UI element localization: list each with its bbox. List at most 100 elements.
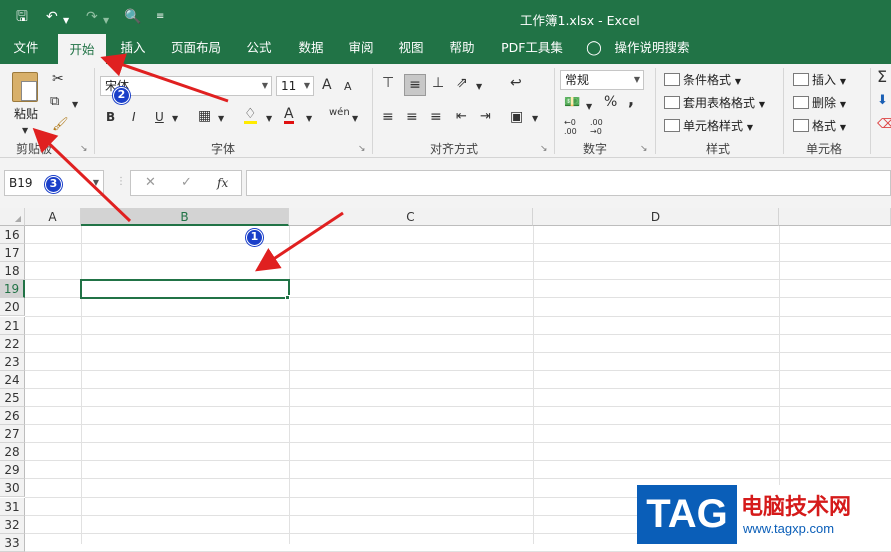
- row-header-20[interactable]: 20: [0, 298, 25, 317]
- tab-home[interactable]: 开始: [58, 34, 106, 64]
- row-header-18[interactable]: 18: [0, 262, 25, 281]
- row-header-24[interactable]: 24: [0, 370, 25, 389]
- align-left-icon[interactable]: ≡: [382, 110, 394, 124]
- tab-pdf-tools[interactable]: PDF工具集: [496, 34, 568, 64]
- align-bottom-icon[interactable]: ⊥: [432, 76, 444, 90]
- row-header-31[interactable]: 31: [0, 497, 25, 516]
- align-right-icon[interactable]: ≡: [430, 110, 442, 124]
- row-header-27[interactable]: 27: [0, 425, 25, 444]
- percent-icon[interactable]: %: [604, 95, 617, 109]
- phonetic-icon[interactable]: wén: [329, 106, 350, 120]
- tab-data[interactable]: 数据: [290, 34, 332, 64]
- number-format-select[interactable]: 常规 ▼: [560, 70, 644, 90]
- undo-icon[interactable]: ↶: [46, 8, 58, 26]
- alignment-launcher-icon[interactable]: ↘: [540, 144, 548, 154]
- paste-icon[interactable]: [12, 72, 38, 102]
- row-header-28[interactable]: 28: [0, 443, 25, 462]
- tab-help[interactable]: 帮助: [441, 34, 483, 64]
- format-as-table-button[interactable]: 套用表格格式 ▼: [664, 95, 765, 113]
- insert-function-icon[interactable]: fx: [217, 176, 228, 190]
- row-header-26[interactable]: 26: [0, 407, 25, 425]
- print-preview-icon[interactable]: 🔍: [124, 8, 141, 26]
- column-header-d[interactable]: D: [533, 208, 779, 226]
- wrap-text-icon[interactable]: ↩: [510, 76, 522, 90]
- tab-view[interactable]: 视图: [390, 34, 432, 64]
- formula-bar-grip-icon[interactable]: ⋮: [116, 176, 126, 187]
- column-header-a[interactable]: A: [25, 208, 81, 226]
- currency-icon[interactable]: 💵: [564, 96, 580, 110]
- borders-icon[interactable]: ▦: [198, 109, 211, 123]
- active-cell-b19[interactable]: [80, 279, 290, 299]
- column-header-c[interactable]: C: [289, 208, 533, 226]
- format-painter-icon[interactable]: 🖌: [52, 118, 69, 132]
- comma-style-icon[interactable]: ,: [628, 92, 634, 108]
- align-middle-icon[interactable]: ≡: [404, 74, 426, 96]
- fill-color-dropdown-icon[interactable]: ▼: [266, 112, 272, 126]
- bold-button[interactable]: B: [106, 110, 115, 124]
- clear-icon[interactable]: ⌫: [877, 118, 891, 132]
- tell-me-search[interactable]: 操作说明搜索: [610, 34, 694, 64]
- tab-review[interactable]: 审阅: [340, 34, 382, 64]
- column-header-e[interactable]: [779, 208, 891, 226]
- align-top-icon[interactable]: ⊤: [382, 76, 394, 90]
- underline-dropdown-icon[interactable]: ▼: [172, 112, 178, 126]
- delete-cells-button[interactable]: 删除 ▼: [793, 95, 846, 113]
- underline-button[interactable]: U: [155, 110, 164, 124]
- clipboard-launcher-icon[interactable]: ↘: [80, 144, 88, 154]
- row-header-25[interactable]: 25: [0, 388, 25, 407]
- formula-input[interactable]: [246, 170, 891, 196]
- undo-dropdown-icon[interactable]: ▼: [63, 12, 69, 30]
- autosum-icon[interactable]: Σ: [877, 69, 887, 85]
- font-color-dropdown-icon[interactable]: ▼: [306, 112, 312, 126]
- italic-button[interactable]: I: [132, 110, 136, 124]
- select-all-corner[interactable]: ◢: [0, 208, 25, 226]
- column-header-b[interactable]: B: [81, 208, 289, 226]
- fill-icon[interactable]: ⬇: [877, 94, 888, 108]
- row-header-17[interactable]: 17: [0, 244, 25, 263]
- customize-quick-access-icon[interactable]: ≡: [156, 8, 164, 26]
- increase-indent-icon[interactable]: ⇥: [480, 110, 491, 124]
- cut-icon[interactable]: ✂: [52, 72, 64, 86]
- row-header-23[interactable]: 23: [0, 352, 25, 371]
- row-header-16[interactable]: 16: [0, 226, 25, 244]
- format-cells-button[interactable]: 格式 ▼: [793, 118, 846, 136]
- row-header-30[interactable]: 30: [0, 479, 25, 498]
- grow-font-icon[interactable]: A: [322, 78, 332, 92]
- enter-entry-icon[interactable]: ✓: [181, 176, 192, 190]
- phonetic-dropdown-icon[interactable]: ▼: [352, 112, 358, 126]
- align-center-icon[interactable]: ≡: [406, 110, 418, 124]
- save-icon[interactable]: 🖫: [16, 8, 28, 26]
- number-launcher-icon[interactable]: ↘: [640, 144, 648, 154]
- tab-insert[interactable]: 插入: [112, 34, 154, 64]
- row-header-33[interactable]: 33: [0, 533, 25, 552]
- decrease-indent-icon[interactable]: ⇤: [456, 110, 467, 124]
- paste-dropdown-icon[interactable]: ▼: [22, 124, 28, 138]
- row-header-19[interactable]: 19: [0, 280, 25, 299]
- cell-styles-button[interactable]: 单元格样式 ▼: [664, 118, 753, 136]
- copy-dropdown-icon[interactable]: ▼: [72, 98, 78, 112]
- borders-dropdown-icon[interactable]: ▼: [218, 112, 224, 126]
- font-launcher-icon[interactable]: ↘: [358, 144, 366, 154]
- row-header-22[interactable]: 22: [0, 334, 25, 353]
- fill-handle[interactable]: [285, 295, 290, 300]
- row-header-29[interactable]: 29: [0, 461, 25, 480]
- orientation-icon[interactable]: ⇗: [456, 76, 468, 90]
- tab-formulas[interactable]: 公式: [238, 34, 280, 64]
- insert-cells-button[interactable]: 插入 ▼: [793, 72, 846, 90]
- orientation-dropdown-icon[interactable]: ▼: [476, 80, 482, 94]
- font-size-select[interactable]: 11 ▼: [276, 76, 314, 96]
- row-header-32[interactable]: 32: [0, 515, 25, 534]
- redo-dropdown-icon[interactable]: ▼: [103, 12, 109, 30]
- tab-file[interactable]: 文件: [6, 34, 46, 64]
- paste-button[interactable]: 粘贴: [14, 106, 38, 122]
- shrink-font-icon[interactable]: A: [344, 80, 352, 94]
- merge-dropdown-icon[interactable]: ▼: [532, 112, 538, 126]
- font-color-icon[interactable]: A: [284, 107, 294, 124]
- tab-page-layout[interactable]: 页面布局: [166, 34, 226, 64]
- merge-center-icon[interactable]: ▣: [510, 110, 523, 124]
- cancel-entry-icon[interactable]: ✕: [145, 176, 156, 190]
- fill-color-icon[interactable]: ♢: [244, 107, 257, 124]
- row-header-21[interactable]: 21: [0, 316, 25, 335]
- increase-decimal-icon[interactable]: ←0.00: [564, 118, 577, 136]
- copy-icon[interactable]: ⧉: [50, 95, 59, 109]
